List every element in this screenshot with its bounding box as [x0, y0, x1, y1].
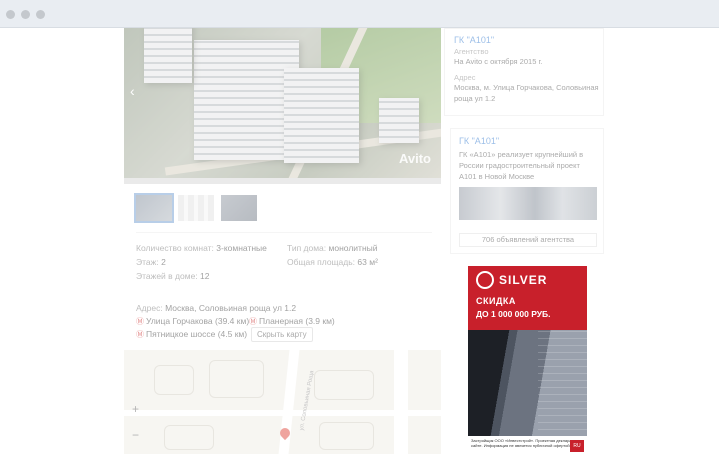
promo-card: ГК "А101" ГК «А101» реализует крупнейший… [450, 128, 604, 254]
seller-address-label: Адрес [454, 73, 476, 82]
metro-icon: Ⓜ [136, 317, 144, 326]
metro-station: Ⓜ Планерная (3.9 км) [249, 316, 335, 326]
param-area: Общая площадь: 63 м² [287, 257, 378, 267]
photo-thumbnail[interactable] [134, 193, 174, 223]
metro-icon: Ⓜ [249, 317, 257, 326]
photo-thumbnail[interactable] [178, 195, 214, 221]
photo-watermark: Avito [398, 151, 431, 166]
window-close-button[interactable] [6, 10, 15, 19]
divider [136, 232, 432, 233]
promo-image[interactable] [459, 187, 597, 220]
listing-address: Адрес: Москва, Соловьиная роща ул 1.2 [136, 303, 297, 313]
window-maximize-button[interactable] [36, 10, 45, 19]
param-rooms: Количество комнат: 3-комнатные [136, 243, 267, 253]
ad-banner[interactable]: SILVER СКИДКА ДО 1 000 000 РУБ. Застройщ… [468, 266, 587, 454]
window-titlebar [0, 0, 719, 28]
promo-name-link[interactable]: ГК "А101" [459, 136, 499, 146]
location-map[interactable]: ул. Соловьиная Роща + − [124, 350, 441, 454]
photo-prev-arrow-icon[interactable]: ‹ [130, 83, 135, 99]
map-street-label: ул. Соловьиная Роща [299, 370, 316, 432]
ad-headline: СКИДКА [476, 296, 516, 306]
map-zoom-in-button[interactable]: + [132, 402, 139, 416]
metro-icon: Ⓜ [136, 330, 144, 339]
photo-thumbnail[interactable] [221, 195, 257, 221]
param-floor: Этаж: 2 [136, 257, 166, 267]
param-house-type: Тип дома: монолитный [287, 243, 378, 253]
metro-station: Ⓜ Пятницкое шоссе (4.5 км) [136, 329, 248, 339]
metro-station: Ⓜ Улица Горчакова (39.4 км) [136, 316, 250, 326]
seller-type: Агентство [454, 47, 489, 56]
map-zoom-out-button[interactable]: − [132, 428, 139, 442]
ad-brand: SILVER [499, 273, 548, 287]
photo-progress-strip [124, 178, 441, 184]
ad-subheadline: ДО 1 000 000 РУБ. [476, 309, 551, 319]
silver-logo-icon [476, 271, 494, 289]
promo-description: ГК «А101» реализует крупнейший в России … [459, 150, 584, 181]
seller-since: На Avito с октября 2015 г. [454, 57, 543, 66]
ad-badge: RU [570, 440, 584, 452]
window-minimize-button[interactable] [21, 10, 30, 19]
seller-name-link[interactable]: ГК "А101" [454, 35, 494, 45]
param-floors-total: Этажей в доме: 12 [136, 271, 210, 281]
seller-card: ГК "А101" Агентство На Avito с октября 2… [444, 28, 604, 116]
listing-photo[interactable]: ‹ Avito [124, 28, 441, 178]
seller-address: Москва, м. Улица Горчакова, Соловьиная р… [454, 83, 599, 103]
hide-map-button[interactable]: Скрыть карту [251, 327, 313, 342]
agency-listings-link[interactable]: 706 объявлений агентства [459, 233, 597, 247]
